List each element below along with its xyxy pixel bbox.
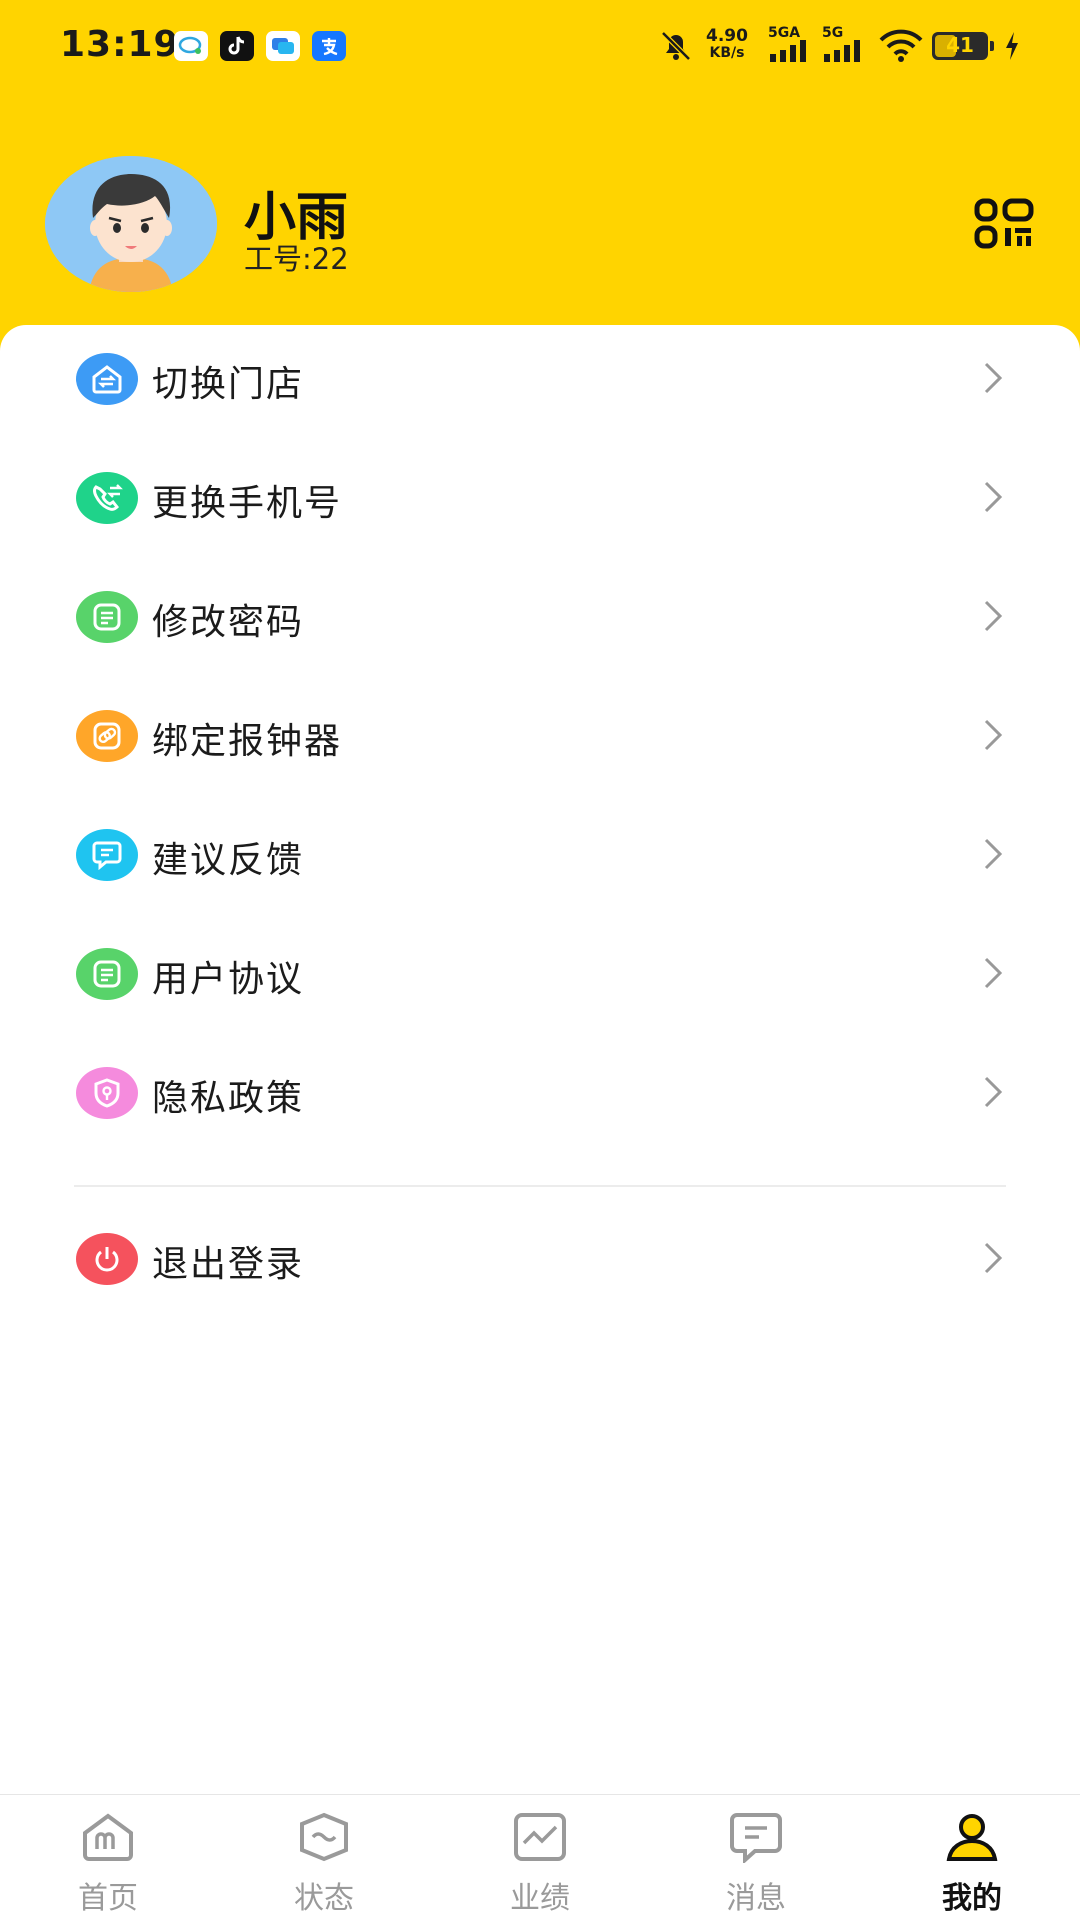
menu-item-change-phone[interactable]: 更换手机号 (0, 444, 1080, 563)
avatar[interactable] (45, 156, 217, 292)
tab-home[interactable]: 首页 (0, 1795, 216, 1921)
phone-change-icon (76, 472, 138, 524)
profile-header: 13:19 4.90 KB/s 5GA 5G 41 小雨 工号:22 (0, 0, 1080, 360)
tab-label: 状态 (294, 1881, 354, 1916)
status-bar: 13:19 4.90 KB/s 5GA 5G 41 (0, 0, 1080, 92)
tab-profile[interactable]: 我的 (864, 1795, 1080, 1921)
tab-label: 首页 (78, 1881, 138, 1916)
chevron-right-icon (984, 362, 1003, 394)
menu-item-label: 修改密码 (152, 602, 305, 643)
tab-label: 消息 (726, 1881, 786, 1916)
chevron-right-icon (984, 1076, 1003, 1108)
divider (74, 1185, 1006, 1187)
alipay-icon (312, 31, 346, 61)
chevron-right-icon (984, 719, 1003, 751)
performance-chart-icon (514, 1813, 566, 1861)
chevron-right-icon (984, 481, 1003, 513)
menu-item-label: 更换手机号 (152, 483, 343, 524)
tab-messages[interactable]: 消息 (648, 1795, 864, 1921)
charging-icon (1004, 26, 1020, 66)
chevron-right-icon (984, 1242, 1003, 1274)
chevron-right-icon (984, 957, 1003, 989)
menu-item-label: 退出登录 (152, 1244, 305, 1285)
menu-item-label: 用户协议 (152, 959, 305, 1000)
tab-performance[interactable]: 业绩 (432, 1795, 648, 1921)
status-time: 13:19 (60, 24, 180, 65)
network-speed: 4.90 KB/s (706, 26, 748, 62)
menu-item-change-password[interactable]: 修改密码 (0, 563, 1080, 682)
link-icon (76, 710, 138, 762)
tiktok-icon (220, 31, 254, 61)
settings-menu: 切换门店 更换手机号 修改密码 绑定报钟器 建议反馈 用户协议 隐私政策 退出登… (0, 325, 1080, 1795)
messenger-app-icon (266, 31, 300, 61)
chat-app-icon (174, 31, 208, 61)
tab-label: 我的 (942, 1881, 1002, 1916)
wifi-icon (878, 26, 924, 66)
signal-5g-icon: 5G (822, 26, 866, 66)
mute-bell-icon (658, 26, 694, 66)
feedback-icon (76, 829, 138, 881)
agreement-icon (76, 948, 138, 1000)
menu-item-bind-pager[interactable]: 绑定报钟器 (0, 682, 1080, 801)
privacy-shield-icon (76, 1067, 138, 1119)
menu-item-privacy-policy[interactable]: 隐私政策 (0, 1039, 1080, 1158)
signal-5ga-icon: 5GA (768, 26, 812, 66)
staff-id: 工号:22 (244, 242, 349, 276)
power-icon (76, 1233, 138, 1285)
home-icon (83, 1813, 133, 1861)
tab-label: 业绩 (510, 1881, 570, 1916)
chevron-right-icon (984, 838, 1003, 870)
qr-code-icon[interactable] (974, 198, 1036, 250)
bottom-tab-bar: 首页 状态 业绩 消息 我的 (0, 1794, 1080, 1921)
chevron-right-icon (984, 600, 1003, 632)
status-icon (300, 1812, 348, 1862)
store-switch-icon (76, 353, 138, 405)
menu-item-label: 建议反馈 (152, 840, 305, 881)
menu-item-user-agreement[interactable]: 用户协议 (0, 920, 1080, 1039)
menu-item-switch-store[interactable]: 切换门店 (0, 325, 1080, 444)
menu-item-feedback[interactable]: 建议反馈 (0, 801, 1080, 920)
battery-icon: 41 (932, 32, 994, 60)
message-icon (730, 1813, 782, 1863)
edit-document-icon (76, 591, 138, 643)
menu-item-label: 绑定报钟器 (152, 721, 343, 762)
tab-status[interactable]: 状态 (216, 1795, 432, 1921)
menu-item-label: 切换门店 (152, 364, 305, 405)
menu-item-label: 隐私政策 (152, 1078, 305, 1119)
profile-icon (946, 1814, 998, 1861)
menu-item-logout[interactable]: 退出登录 (0, 1205, 1080, 1324)
